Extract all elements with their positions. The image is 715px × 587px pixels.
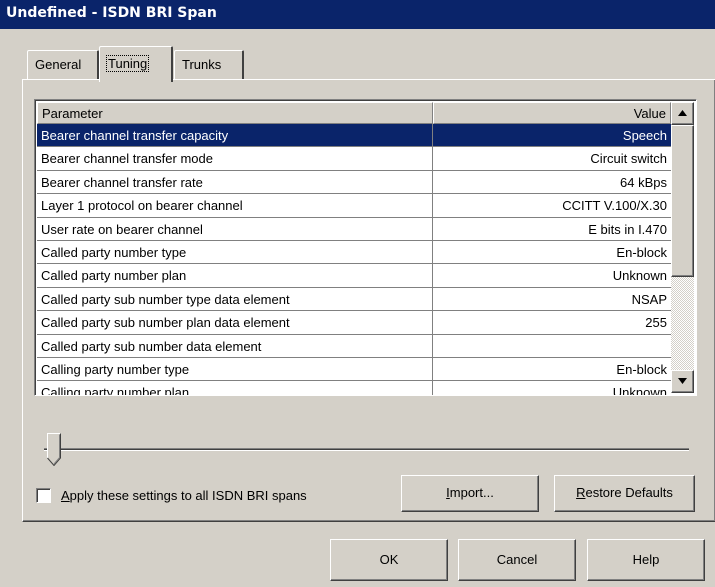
parameter-cell[interactable]: Bearer channel transfer mode: [37, 147, 433, 171]
value-cell[interactable]: Unknown: [433, 264, 671, 288]
triangle-down-icon: [678, 378, 687, 384]
parameter-cell[interactable]: Calling party number type: [37, 357, 433, 382]
restore-defaults-button[interactable]: Restore Defaults: [554, 475, 695, 512]
table-row[interactable]: Called party number plan Unknown: [37, 264, 671, 288]
value-cell[interactable]: Speech: [433, 124, 671, 148]
parameter-cell[interactable]: Called party number plan: [37, 264, 433, 288]
restore-rest: estore Defaults: [585, 485, 673, 500]
vertical-scrollbar[interactable]: [671, 102, 694, 393]
table-row[interactable]: Called party number type En-block: [37, 240, 671, 265]
tab-general-label: General: [35, 57, 82, 72]
tab-tuning-label: Tuning: [105, 55, 150, 72]
parameter-cell[interactable]: Called party sub number plan data elemen…: [37, 311, 433, 335]
table-row[interactable]: Bearer channel transfer capacity Speech: [37, 124, 671, 148]
table-row[interactable]: Calling party number type En-block: [37, 357, 671, 382]
tuning-slider-thumb[interactable]: [47, 433, 61, 466]
table-row[interactable]: Called party sub number data element: [37, 334, 671, 358]
table-row[interactable]: Layer 1 protocol on bearer channel CCITT …: [37, 194, 671, 218]
value-cell[interactable]: 255: [433, 311, 671, 335]
tab-general[interactable]: General: [27, 50, 99, 79]
value-cell[interactable]: En-block: [433, 358, 671, 382]
help-button[interactable]: Help: [587, 539, 705, 581]
parameter-cell[interactable]: Called party sub number data element: [37, 334, 433, 358]
triangle-up-icon: [678, 110, 687, 116]
scroll-up-button[interactable]: [671, 102, 694, 125]
table-row[interactable]: Called party sub number type data elemen…: [37, 287, 671, 312]
table-row[interactable]: Bearer channel transfer rate 64 kBps: [37, 170, 671, 195]
tab-trunks-label: Trunks: [182, 57, 222, 72]
value-cell[interactable]: [433, 335, 671, 358]
value-cell[interactable]: Unknown: [433, 381, 671, 395]
parameter-cell[interactable]: Called party sub number type data elemen…: [37, 287, 433, 312]
table-row[interactable]: Bearer channel transfer mode Circuit swit…: [37, 147, 671, 171]
tab-tuning[interactable]: Tuning: [99, 46, 173, 82]
import-rest: mport...: [449, 485, 494, 500]
parameter-cell[interactable]: Bearer channel transfer rate: [37, 170, 433, 195]
apply-all-label-rest: pply these settings to all ISDN BRI span…: [69, 488, 307, 503]
tuning-slider-track[interactable]: [44, 448, 689, 451]
scroll-thumb[interactable]: [671, 125, 694, 277]
ok-button[interactable]: OK: [330, 539, 448, 581]
window-title: Undefined - ISDN BRI Span: [0, 0, 715, 29]
grid-header: Parameter Value: [37, 102, 671, 124]
table-row[interactable]: Called party sub number plan data elemen…: [37, 311, 671, 335]
grid-rows: Bearer channel transfer capacity Speech Be…: [37, 124, 671, 395]
apply-all-checkbox[interactable]: [36, 488, 51, 503]
apply-all-label[interactable]: Apply these settings to all ISDN BRI spa…: [61, 488, 307, 503]
value-cell[interactable]: En-block: [433, 241, 671, 265]
parameter-cell[interactable]: Bearer channel transfer capacity: [37, 124, 433, 148]
table-row[interactable]: Calling party number plan Unknown: [37, 381, 671, 395]
parameter-cell[interactable]: Called party number type: [37, 240, 433, 265]
value-cell[interactable]: NSAP: [433, 288, 671, 312]
parameter-cell[interactable]: Layer 1 protocol on bearer channel: [37, 194, 433, 218]
parameter-grid[interactable]: Parameter Value Bearer channel transfer …: [34, 99, 697, 396]
value-cell[interactable]: CCITT V.100/X.30: [433, 194, 671, 218]
tab-trunks[interactable]: Trunks: [174, 50, 244, 79]
import-button[interactable]: Import...: [401, 475, 539, 512]
table-row[interactable]: User rate on bearer channel E bits in I.4…: [37, 217, 671, 241]
value-cell[interactable]: 64 kBps: [433, 171, 671, 195]
parameter-cell[interactable]: User rate on bearer channel: [37, 217, 433, 241]
column-header-parameter[interactable]: Parameter: [37, 102, 433, 124]
cancel-button[interactable]: Cancel: [458, 539, 576, 581]
value-cell[interactable]: Circuit switch: [433, 147, 671, 171]
column-header-value[interactable]: Value: [433, 102, 671, 124]
value-cell[interactable]: E bits in I.470: [433, 218, 671, 241]
apply-all-label-accel: A: [61, 488, 70, 503]
parameter-cell[interactable]: Calling party number plan: [37, 381, 433, 395]
scroll-down-button[interactable]: [671, 370, 694, 393]
